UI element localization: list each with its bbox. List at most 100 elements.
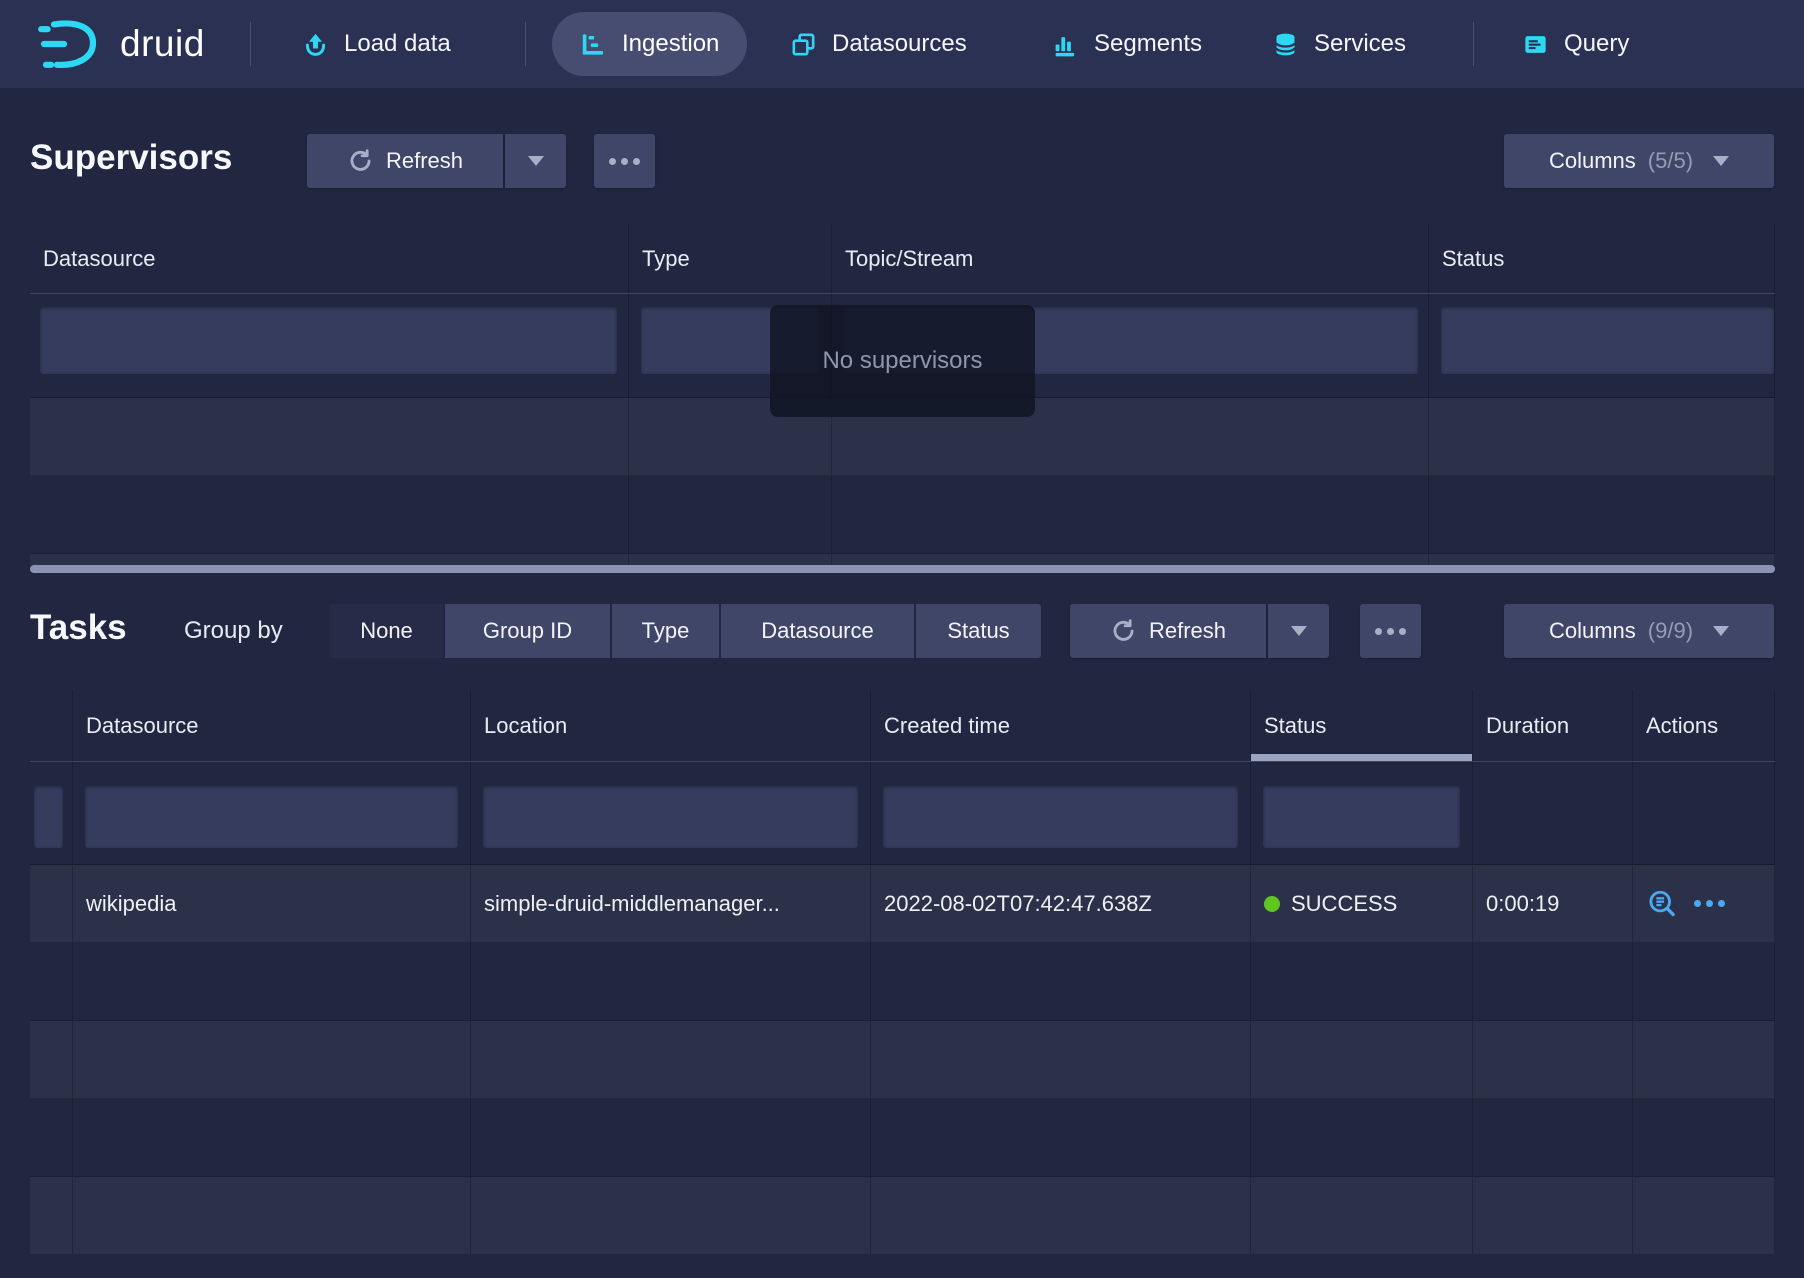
- datasources-icon: [790, 31, 817, 58]
- task-actions: [1633, 865, 1775, 942]
- filter-input-expander[interactable]: [34, 786, 63, 848]
- more-icon: [1694, 900, 1725, 907]
- segments-icon: [1052, 31, 1079, 58]
- no-supervisors-message: No supervisors: [770, 305, 1035, 417]
- task-status: SUCCESS: [1251, 865, 1473, 942]
- nav-item-segments[interactable]: Segments: [1052, 0, 1202, 88]
- column-header-status[interactable]: Status: [1251, 690, 1473, 761]
- columns-label: Columns: [1549, 148, 1636, 174]
- supervisors-table: Datasource Type Topic/Stream Status No s…: [30, 224, 1775, 565]
- chevron-down-icon: [528, 156, 544, 166]
- nav-item-query[interactable]: Query: [1522, 0, 1629, 88]
- filter-input-datasource[interactable]: [85, 786, 458, 848]
- group-by-option-status[interactable]: Status: [916, 604, 1041, 658]
- column-header-expander: [30, 690, 73, 761]
- chevron-down-icon: [1291, 626, 1307, 636]
- brand-text: druid: [120, 23, 205, 65]
- horizontal-scrollbar[interactable]: [30, 565, 1775, 573]
- group-by-option-group-id[interactable]: Group ID: [445, 604, 610, 658]
- chevron-down-icon: [1713, 626, 1729, 636]
- filter-input-location[interactable]: [483, 786, 858, 848]
- group-by-option-datasource[interactable]: Datasource: [721, 604, 914, 658]
- query-icon: [1522, 31, 1549, 58]
- page-title-supervisors: Supervisors: [30, 138, 232, 178]
- group-by-button-group: None Group ID Type Datasource Status: [330, 604, 1041, 658]
- nav-item-datasources[interactable]: Datasources: [790, 0, 967, 88]
- nav-separator: [250, 22, 251, 66]
- refresh-icon: [347, 148, 374, 175]
- success-dot-icon: [1264, 896, 1280, 912]
- task-row-wikipedia[interactable]: wikipedia simple-druid-middlemanager... …: [30, 865, 1775, 943]
- column-header-duration[interactable]: Duration: [1473, 690, 1633, 761]
- table-row: [30, 1021, 1775, 1099]
- search-detail-icon: [1646, 888, 1677, 919]
- table-row: [30, 554, 1775, 565]
- table-row: [30, 943, 1775, 1021]
- columns-count: (5/5): [1648, 148, 1693, 174]
- task-datasource: wikipedia: [73, 865, 471, 942]
- druid-console: druid Load data Ingestion: [0, 0, 1804, 1278]
- column-header-topic-stream[interactable]: Topic/Stream: [832, 224, 1429, 293]
- refresh-icon: [1110, 618, 1137, 645]
- nav-separator: [525, 22, 526, 66]
- supervisors-refresh-split: Refresh: [307, 134, 566, 188]
- upload-icon: [302, 31, 329, 58]
- brand[interactable]: druid: [38, 0, 205, 88]
- more-icon: [609, 158, 640, 165]
- group-by-label: Group by: [184, 617, 283, 645]
- task-duration: 0:00:19: [1473, 865, 1633, 942]
- column-header-created-time[interactable]: Created time: [871, 690, 1251, 761]
- druid-logo-icon: [38, 18, 104, 70]
- sort-indicator: [1251, 754, 1472, 761]
- nav-item-load-data[interactable]: Load data: [302, 0, 451, 88]
- task-location: simple-druid-middlemanager...: [471, 865, 871, 942]
- refresh-label: Refresh: [1149, 618, 1226, 644]
- status-badge: SUCCESS: [1291, 891, 1397, 917]
- filter-input-status[interactable]: [1263, 786, 1460, 848]
- nav-item-label: Services: [1314, 30, 1406, 58]
- nav-item-services[interactable]: Services: [1272, 0, 1406, 88]
- column-header-type[interactable]: Type: [629, 224, 832, 293]
- nav-item-label: Datasources: [832, 30, 967, 58]
- column-header-datasource[interactable]: Datasource: [73, 690, 471, 761]
- more-icon: [1375, 628, 1406, 635]
- table-row: [30, 1099, 1775, 1177]
- row-more-button[interactable]: [1694, 900, 1725, 907]
- navbar: druid Load data Ingestion: [0, 0, 1804, 88]
- refresh-interval-button[interactable]: [1268, 604, 1329, 658]
- column-header-datasource[interactable]: Datasource: [30, 224, 629, 293]
- column-header-location[interactable]: Location: [471, 690, 871, 761]
- table-row: [30, 1177, 1775, 1255]
- filter-input-status[interactable]: [1441, 307, 1774, 374]
- refresh-button[interactable]: Refresh: [1070, 604, 1266, 658]
- task-created-time: 2022-08-02T07:42:47.638Z: [871, 865, 1251, 942]
- nav-item-label: Load data: [344, 30, 451, 58]
- services-icon: [1272, 31, 1299, 58]
- inspect-task-button[interactable]: [1646, 888, 1677, 919]
- column-header-actions[interactable]: Actions: [1633, 690, 1775, 761]
- filter-input-datasource[interactable]: [40, 307, 617, 374]
- refresh-button[interactable]: Refresh: [307, 134, 503, 188]
- ingestion-icon: [580, 31, 607, 58]
- page-title-tasks: Tasks: [30, 608, 127, 648]
- refresh-label: Refresh: [386, 148, 463, 174]
- nav-item-label: Query: [1564, 30, 1629, 58]
- tasks-more-button[interactable]: [1360, 604, 1421, 658]
- tasks-refresh-split: Refresh: [1070, 604, 1329, 658]
- nav-separator: [1473, 22, 1474, 66]
- column-header-status[interactable]: Status: [1429, 224, 1775, 293]
- tasks-table: Datasource Location Created time Status …: [30, 690, 1775, 1255]
- filter-input-created-time[interactable]: [883, 786, 1238, 848]
- columns-label: Columns: [1549, 618, 1636, 644]
- nav-item-ingestion[interactable]: Ingestion: [552, 12, 747, 76]
- refresh-interval-button[interactable]: [505, 134, 566, 188]
- tasks-columns-button[interactable]: Columns (9/9): [1504, 604, 1774, 658]
- table-row: [30, 476, 1775, 554]
- group-by-option-type[interactable]: Type: [612, 604, 719, 658]
- supervisors-more-button[interactable]: [594, 134, 655, 188]
- supervisors-columns-button[interactable]: Columns (5/5): [1504, 134, 1774, 188]
- group-by-option-none[interactable]: None: [330, 604, 443, 658]
- columns-count: (9/9): [1648, 618, 1693, 644]
- nav-item-label: Segments: [1094, 30, 1202, 58]
- chevron-down-icon: [1713, 156, 1729, 166]
